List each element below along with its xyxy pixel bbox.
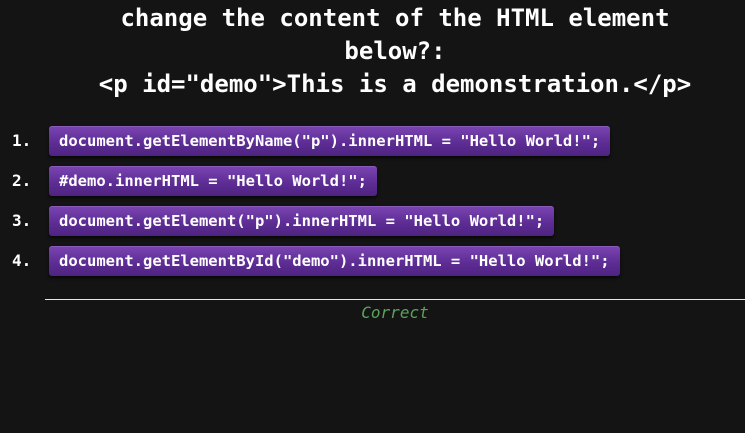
answer-option-button[interactable]: #demo.innerHTML = "Hello World!"; xyxy=(49,166,377,196)
option-number: 2. xyxy=(12,171,32,190)
question-code-line: <p id="demo">This is a demonstration.</p… xyxy=(98,70,692,98)
option-number: 1. xyxy=(12,131,32,150)
answer-option-button[interactable]: document.getElementByName("p").innerHTML… xyxy=(49,126,611,156)
answer-option: 1. document.getElementByName("p").innerH… xyxy=(0,124,745,164)
answer-option: 2. #demo.innerHTML = "Hello World!"; xyxy=(0,164,745,204)
result-divider xyxy=(45,299,745,300)
answer-option: 4. document.getElementById("demo").inner… xyxy=(0,244,745,284)
answer-option: 3. document.getElement("p").innerHTML = … xyxy=(0,204,745,244)
result-feedback-text: Correct xyxy=(361,303,429,322)
option-number: 4. xyxy=(12,251,32,270)
question-line: below?: xyxy=(344,37,446,65)
answer-option-button[interactable]: document.getElement("p").innerHTML = "He… xyxy=(49,206,555,236)
question-line: change the content of the HTML element xyxy=(120,4,670,32)
answer-option-button[interactable]: document.getElementById("demo").innerHTM… xyxy=(49,246,620,276)
answer-options-list: 1. document.getElementByName("p").innerH… xyxy=(0,124,745,284)
option-number: 3. xyxy=(12,211,32,230)
question-text: change the content of the HTML element b… xyxy=(45,2,745,101)
